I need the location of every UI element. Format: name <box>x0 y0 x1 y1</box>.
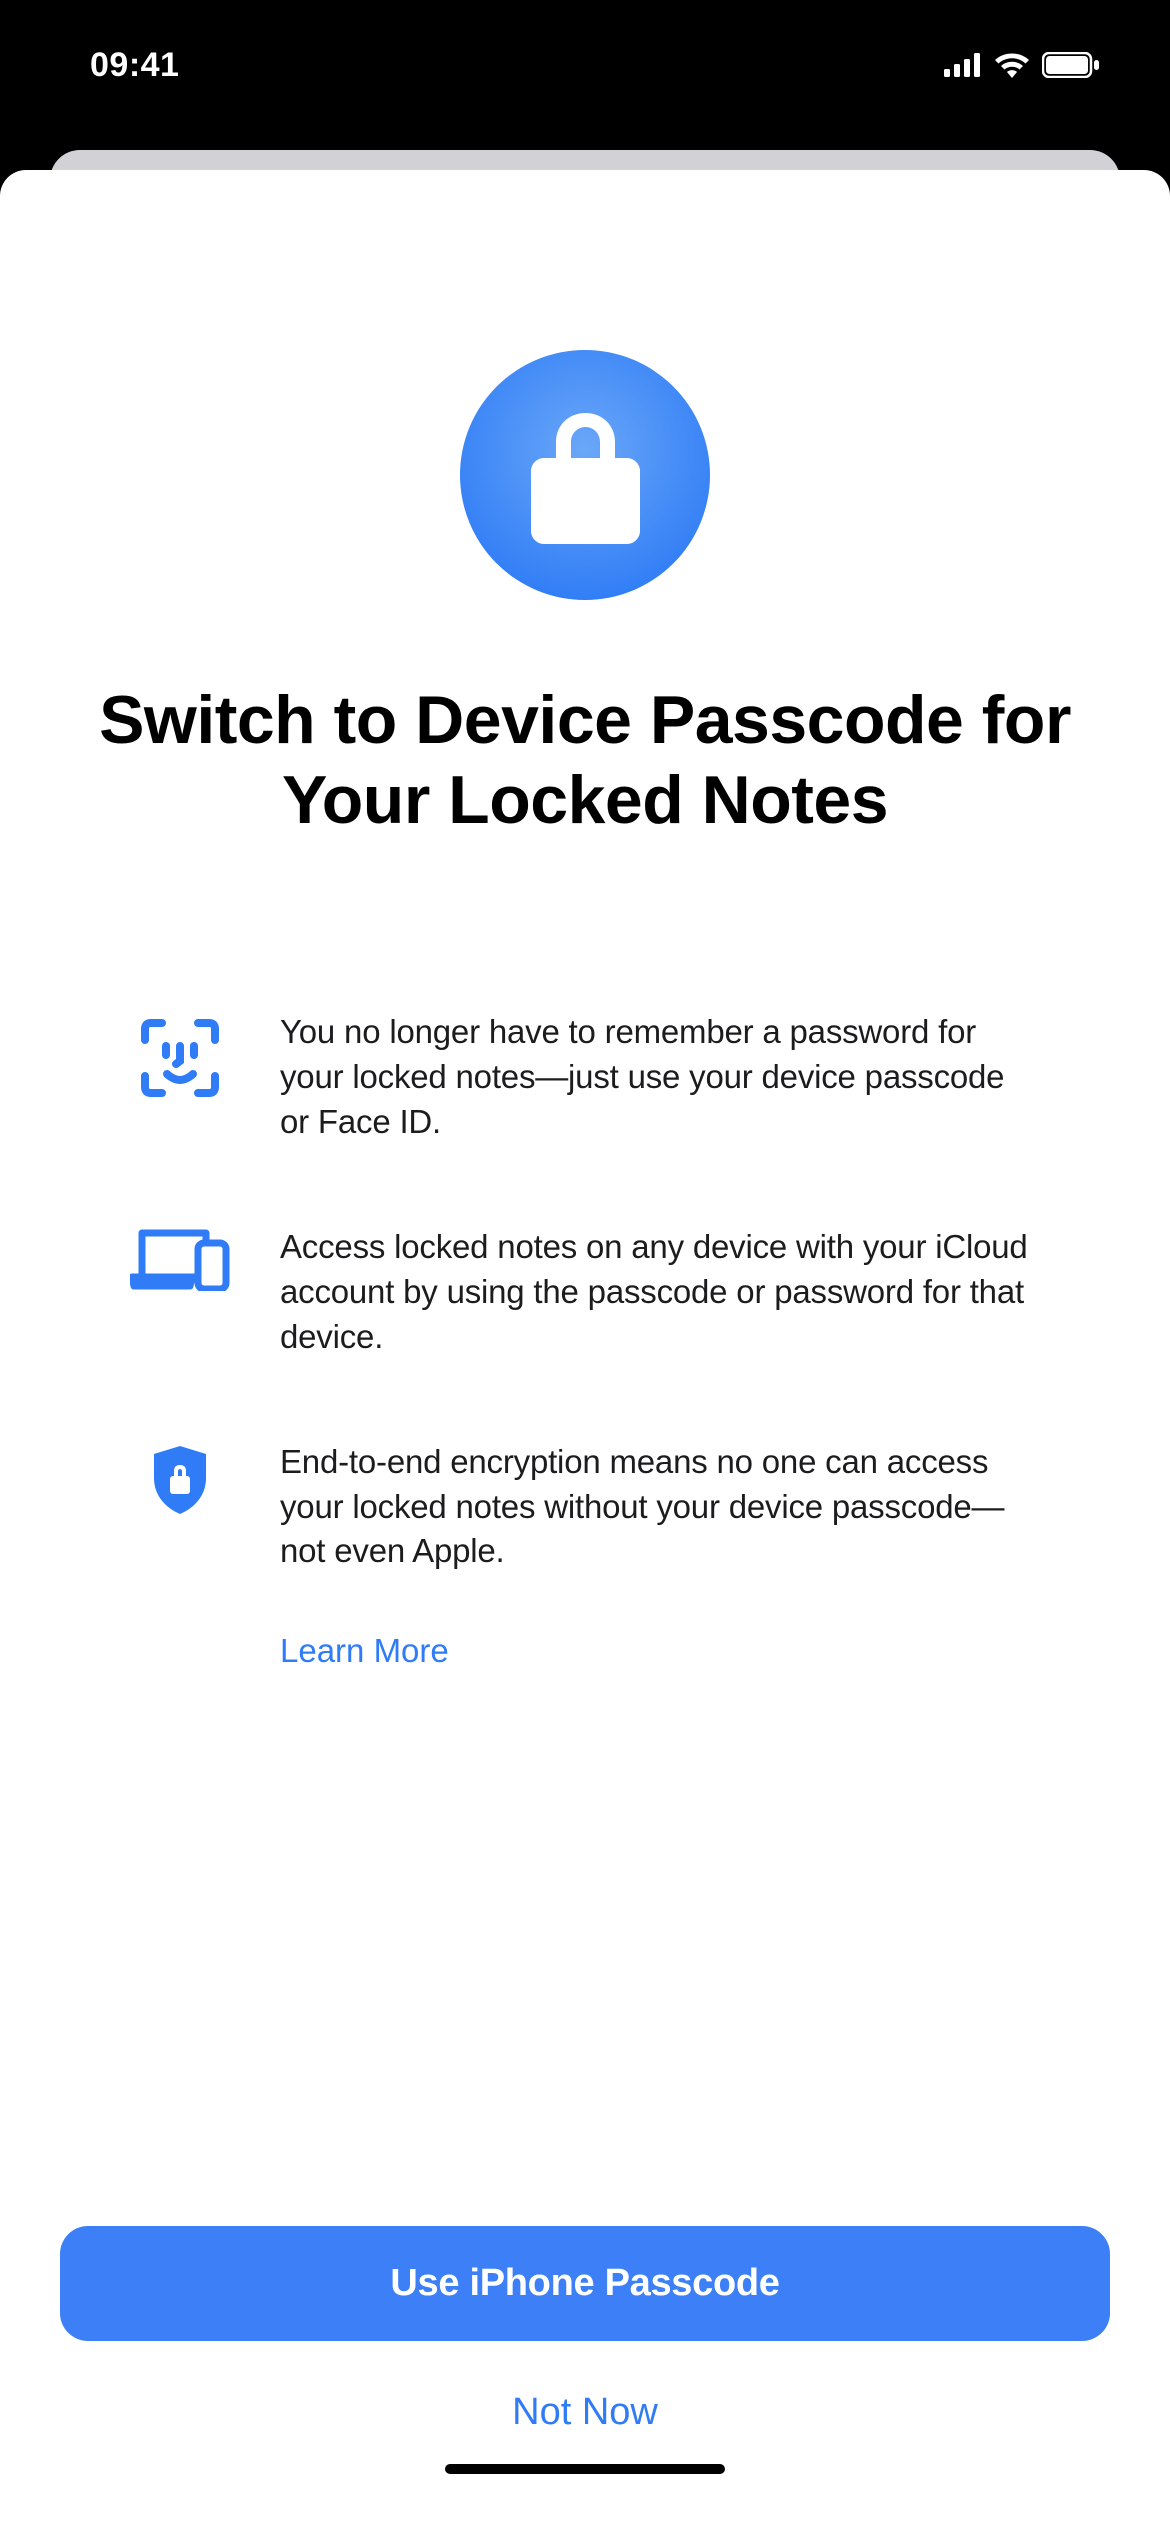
feature-text: You no longer have to remember a passwor… <box>280 1010 1040 1145</box>
feature-text: End-to-end encryption means no one can a… <box>280 1440 1040 1575</box>
learn-more-link[interactable]: Learn More <box>280 1624 449 1678</box>
sheet-content: Switch to Device Passcode for Your Locke… <box>0 170 1170 2186</box>
shield-lock-icon <box>130 1440 230 1516</box>
home-indicator <box>445 2464 725 2474</box>
lock-hero-icon <box>460 350 710 600</box>
status-bar: 09:41 <box>0 0 1170 150</box>
feature-faceid: You no longer have to remember a passwor… <box>130 1010 1040 1145</box>
cellular-icon <box>944 53 982 77</box>
feature-list: You no longer have to remember a passwor… <box>70 1010 1100 1678</box>
modal-sheet: Switch to Device Passcode for Your Locke… <box>0 170 1170 2532</box>
wifi-icon <box>994 52 1030 78</box>
status-time: 09:41 <box>90 46 179 85</box>
page-title: Switch to Device Passcode for Your Locke… <box>70 680 1100 840</box>
feature-devices: Access locked notes on any device with y… <box>130 1225 1040 1360</box>
feature-text: Access locked notes on any device with y… <box>280 1225 1040 1360</box>
feature-encryption: End-to-end encryption means no one can a… <box>130 1440 1040 1575</box>
status-indicators <box>944 52 1100 78</box>
faceid-icon <box>130 1010 230 1102</box>
devices-icon <box>130 1225 230 1291</box>
bottom-actions: Use iPhone Passcode Not Now <box>0 2186 1170 2532</box>
battery-icon <box>1042 52 1100 78</box>
use-passcode-button[interactable]: Use iPhone Passcode <box>60 2226 1110 2341</box>
not-now-button[interactable]: Not Now <box>60 2341 1110 2464</box>
